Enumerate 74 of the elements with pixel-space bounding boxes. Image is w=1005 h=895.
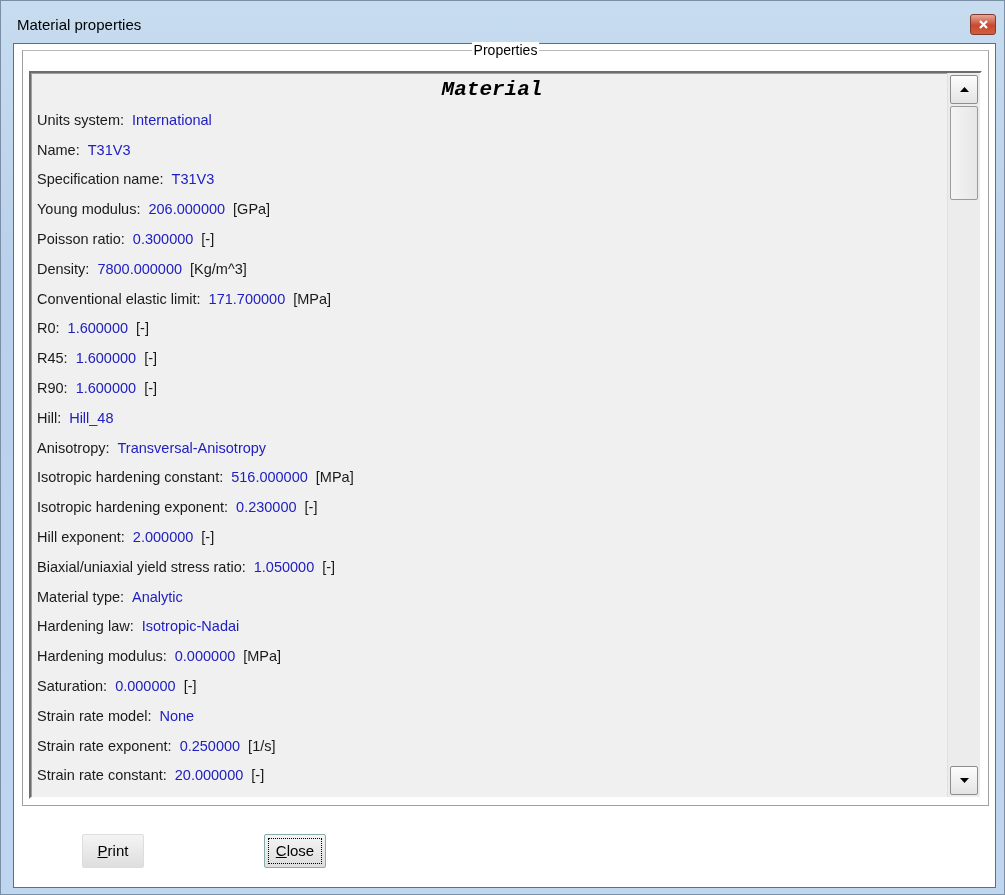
property-unit: [-]: [144, 350, 157, 367]
property-unit: [Kg/m^3]: [190, 260, 247, 277]
property-label: Material type:: [37, 588, 125, 605]
property-label: Hill:: [37, 409, 62, 426]
property-label: Conventional elastic limit:: [37, 290, 201, 307]
property-label: Isotropic hardening exponent:: [37, 499, 229, 516]
property-unit: [1/s]: [248, 737, 276, 754]
property-label: Poisson ratio:: [37, 231, 125, 248]
property-value: 206.000000: [148, 201, 226, 218]
property-unit: [MPa]: [293, 290, 332, 307]
property-value: 2.000000: [132, 529, 194, 546]
property-value: 171.700000: [208, 290, 286, 307]
property-value: 0.230000: [236, 499, 297, 516]
scroll-down-button[interactable]: [950, 766, 978, 795]
close-dialog-button[interactable]: Close: [264, 833, 326, 868]
property-label: Strain rate exponent:: [37, 737, 172, 754]
list-heading: Material: [440, 77, 544, 103]
property-label: Hill exponent:: [37, 529, 125, 546]
property-value: Analytic: [132, 588, 183, 605]
property-unit: [-]: [251, 767, 265, 784]
property-unit: [-]: [304, 499, 318, 516]
scrollbar[interactable]: [947, 73, 980, 797]
property-value: 0.300000: [132, 231, 194, 248]
close-button[interactable]: [970, 13, 996, 35]
property-label: R0:: [37, 320, 60, 337]
property-value: 0.000000: [174, 648, 236, 665]
property-value: T31V3: [87, 141, 131, 158]
property-value: 20.000000: [174, 767, 244, 784]
property-label: R45:: [37, 350, 68, 367]
property-unit: [GPa]: [233, 201, 271, 218]
property-value: 1.050000: [253, 558, 315, 575]
property-label: Young modulus:: [37, 201, 141, 218]
property-label: R90:: [37, 380, 68, 397]
print-button[interactable]: Print: [82, 833, 144, 868]
property-unit: [-]: [144, 380, 157, 397]
group-title: Properties: [471, 42, 540, 58]
property-value: Transversal-Anisotropy: [117, 439, 267, 456]
property-value: International: [132, 111, 212, 128]
property-label: Saturation:: [37, 678, 108, 695]
property-value: 0.000000: [115, 678, 176, 695]
property-value: 1.600000: [67, 320, 129, 337]
property-label: Strain rate model:: [37, 707, 152, 724]
property-unit: [MPa]: [243, 648, 282, 665]
scroll-thumb[interactable]: [950, 106, 978, 200]
property-value: 1.600000: [75, 380, 137, 397]
property-value: Hill_48: [69, 409, 114, 426]
property-value: Isotropic-Nadai: [141, 618, 240, 635]
property-label: Strain rate constant:: [37, 767, 167, 784]
property-label: Anisotropy:: [37, 439, 110, 456]
window-title: Material properties: [17, 15, 142, 33]
property-label: Density:: [37, 260, 90, 277]
property-value: 0.250000: [179, 737, 241, 754]
property-label: Units system:: [37, 111, 124, 128]
down-arrow-icon: [959, 778, 969, 783]
property-unit: [-]: [201, 529, 215, 546]
property-label: Hardening modulus:: [37, 648, 167, 665]
scroll-up-button[interactable]: [950, 75, 978, 104]
property-label: Specification name:: [37, 171, 164, 188]
property-value: 7800.000000: [97, 260, 183, 277]
close-icon: [978, 19, 988, 29]
property-value: 1.600000: [75, 350, 137, 367]
property-value: 516.000000: [231, 469, 308, 486]
property-value: None: [159, 707, 195, 724]
up-arrow-icon: [959, 87, 969, 92]
property-unit: [-]: [136, 320, 149, 337]
property-label: Hardening law:: [37, 618, 134, 635]
property-label: Name:: [37, 141, 80, 158]
property-unit: [-]: [322, 558, 336, 575]
property-unit: [MPa]: [315, 469, 354, 486]
property-label: Biaxial/uniaxial yield stress ratio:: [37, 558, 246, 575]
property-value: T31V3: [171, 171, 215, 188]
property-label: Isotropic hardening constant:: [37, 469, 224, 486]
property-unit: [-]: [201, 231, 215, 248]
property-unit: [-]: [183, 678, 197, 695]
